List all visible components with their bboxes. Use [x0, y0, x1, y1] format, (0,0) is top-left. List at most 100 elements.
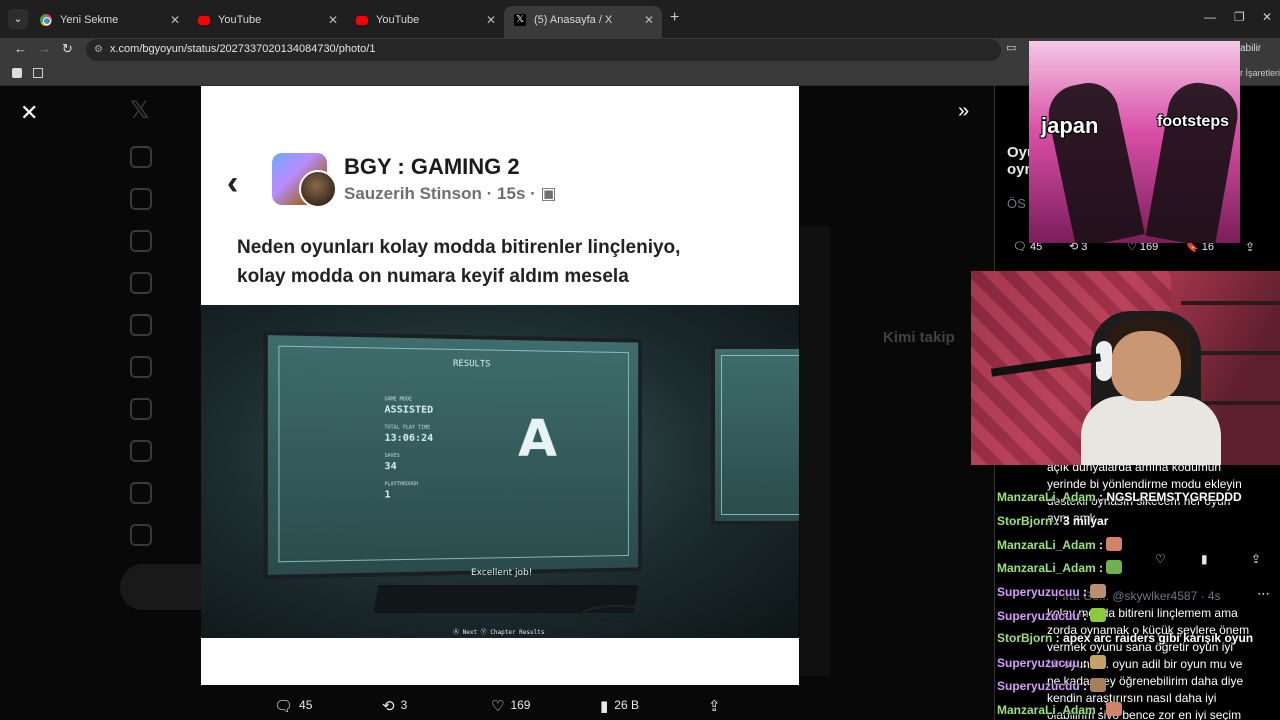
views-count: 26 B	[614, 698, 639, 712]
tab-title: (5) Anasayfa / X	[534, 14, 613, 26]
mode-value: ASSISTED	[384, 404, 434, 416]
close-icon[interactable]: ✕	[170, 6, 180, 34]
post-text: Neden oyunları kolay modda bitirenler li…	[237, 233, 757, 291]
meme-figure-left	[1043, 77, 1145, 243]
chat-message: Superyuzucuu :	[997, 608, 1107, 623]
articles-icon	[130, 440, 168, 462]
chat-message: ManzaraLi_Adam :	[997, 560, 1123, 575]
game-screenshot: RESULTS GAME MODE ASSISTED TOTAL PLAY TI…	[201, 305, 799, 638]
tab-youtube-1[interactable]: YouTube ✕	[188, 6, 346, 34]
home-icon	[130, 146, 168, 168]
share-icon[interactable]: ⇪	[1251, 552, 1261, 566]
partial-os: ÖS	[1007, 196, 1026, 211]
chat-username: Superyuzucuu	[997, 609, 1080, 623]
playthrough-label: PLAYTHROUGH	[384, 481, 419, 488]
follow-icon	[130, 272, 168, 294]
results-header: RESULTS	[453, 358, 491, 370]
chat-text: 3 milyar	[1063, 514, 1109, 528]
chevron-left-icon: ‹	[227, 164, 239, 202]
bookmarks-folder-label[interactable]: r İşaretleri	[1240, 68, 1280, 78]
repost-count: 3	[400, 698, 408, 712]
close-icon[interactable]: ✕	[644, 6, 654, 34]
who-to-follow-ghost: Kimi takip	[883, 329, 955, 346]
chrome-icon	[40, 14, 52, 26]
views-button[interactable]: ▮ 26 B	[600, 697, 639, 715]
playtime-value: 13:06:24	[384, 432, 434, 444]
meme-overlay: japan footsteps	[1029, 41, 1240, 243]
side-monitor	[711, 345, 799, 525]
grade-value: A	[518, 409, 557, 469]
game-footer: Ⓐ Next Ⓨ Chapter Results	[453, 629, 545, 636]
emote-icon	[1106, 702, 1123, 716]
cast-icon[interactable]: ▭	[1006, 41, 1016, 54]
new-tab-button[interactable]: +	[670, 9, 679, 27]
like-count: 169	[510, 698, 531, 712]
share-icon[interactable]: ⇪	[1245, 240, 1255, 254]
chat-message: ManzaraLi_Adam :	[997, 537, 1123, 552]
tab-search-button[interactable]: ⌄	[8, 9, 28, 29]
post-time: 15s	[497, 184, 526, 203]
youtube-icon	[356, 16, 368, 25]
profile-icon	[130, 482, 168, 504]
reload-icon[interactable]: ↻	[62, 41, 73, 57]
group-name: BGY : GAMING 2	[344, 154, 520, 179]
site-info-icon[interactable]: ⚙	[94, 44, 103, 55]
restore-icon[interactable]: ❐	[1234, 10, 1245, 24]
chat-username: StorBjorn	[997, 514, 1053, 528]
chat-message: Superyuzucuu :	[997, 678, 1107, 693]
premium-icon	[130, 398, 168, 420]
expand-panel-icon[interactable]: »	[958, 100, 969, 123]
chat-message: Superyuzucuu :	[997, 655, 1107, 670]
author-line: Sauzerih Stinson · 15s · ▣	[344, 184, 557, 204]
results-panel	[278, 345, 629, 563]
tab-youtube-2[interactable]: YouTube ✕	[346, 6, 504, 34]
result-message: Excellent job!	[471, 568, 533, 578]
explore-icon	[130, 188, 168, 210]
emote-icon	[1106, 560, 1123, 574]
side-panel	[721, 355, 799, 515]
messages-icon	[130, 314, 168, 336]
close-icon[interactable]: ✕	[486, 6, 496, 34]
close-icon[interactable]: ✕	[20, 100, 38, 126]
chat-message: Superyuzucuu :	[997, 584, 1107, 599]
analytics-icon[interactable]: ▮	[1201, 552, 1208, 566]
meme-label-left: japan	[1041, 113, 1099, 138]
forward-icon[interactable]: →	[38, 41, 51, 56]
tab-new-tab[interactable]: Yeni Sekme ✕	[30, 6, 188, 34]
reply-count: 45	[299, 698, 313, 712]
playtime-label: TOTAL PLAY TIME	[384, 424, 431, 431]
timeline-ghost	[800, 226, 830, 676]
dot-separator: ·	[486, 184, 498, 203]
analytics-icon: ▮	[600, 698, 609, 715]
reply-button[interactable]: 🗨 45	[274, 697, 312, 715]
share-button[interactable]: ⇪	[708, 697, 727, 715]
address-bar[interactable]: ⚙ x.com/bgyoyun/status/20273370201340847…	[86, 39, 1001, 61]
tab-x-home[interactable]: 𝕏 (5) Anasayfa / X ✕	[504, 6, 662, 38]
heart-icon[interactable]: ♡	[1155, 552, 1166, 566]
author-avatar	[299, 170, 337, 208]
close-icon[interactable]: ✕	[328, 6, 338, 34]
x-icon: 𝕏	[514, 14, 526, 26]
chat-text: apex arc raiders gibi karışık oyun	[1063, 631, 1254, 645]
chat-text: NGSLREMSTYGREDDD	[1106, 490, 1242, 504]
comment-icon: 🗨	[274, 698, 294, 715]
mode-label: GAME MODE	[384, 396, 412, 403]
chat-message: ManzaraLi_Adam : NGSLREMSTYGREDDD	[997, 490, 1242, 504]
more-options-icon[interactable]: ⋯	[1257, 586, 1270, 602]
tab-title: YouTube	[376, 14, 420, 26]
like-button[interactable]: ♡ 169	[491, 697, 530, 715]
cam-streamer-face	[1111, 331, 1181, 401]
x-logo-icon: 𝕏	[130, 97, 150, 124]
back-icon[interactable]: ←	[14, 41, 27, 56]
window-close-icon[interactable]: ✕	[1262, 10, 1272, 24]
post-photo[interactable]: ‹ BGY : GAMING 2 Sauzerih Stinson · 15s …	[201, 86, 799, 685]
bookmark-icon[interactable]	[12, 68, 22, 78]
cam-shelf	[1181, 301, 1280, 305]
minimize-icon[interactable]: —	[1204, 10, 1216, 24]
apps-icon[interactable]	[33, 68, 43, 78]
main-monitor: RESULTS GAME MODE ASSISTED TOTAL PLAY TI…	[263, 330, 642, 580]
extension-label: abilir	[1240, 43, 1262, 54]
chat-username: Superyuzucuu	[997, 656, 1080, 670]
webcam-overlay	[971, 271, 1280, 465]
repost-button[interactable]: ⟲ 3	[382, 697, 407, 715]
